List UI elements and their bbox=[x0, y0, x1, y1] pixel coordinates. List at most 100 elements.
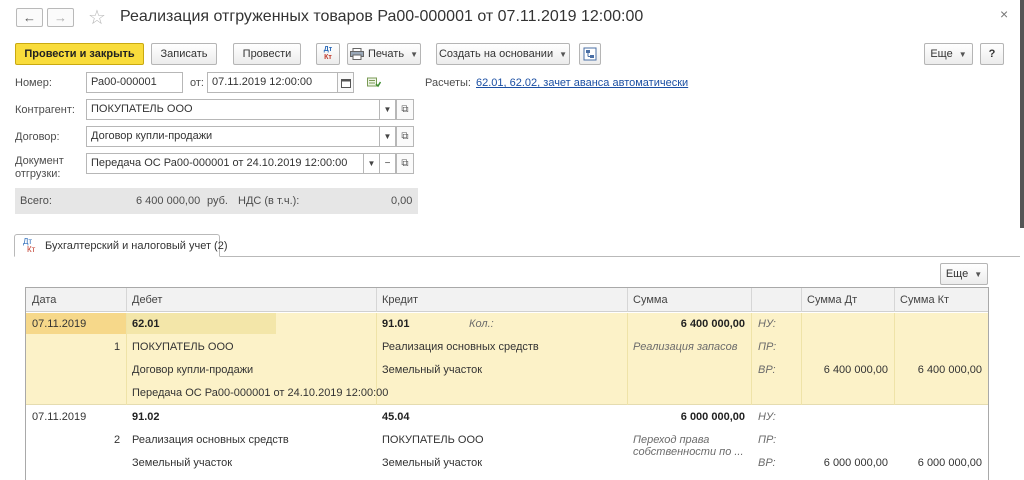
printer-icon bbox=[350, 48, 365, 60]
credit-subconto-1: ПОКУПАТЕЛЬ ООО bbox=[382, 434, 484, 446]
nu-label: НУ: bbox=[758, 411, 776, 423]
debit-subconto-3: Передача ОС Ра00-000001 от 24.10.2019 12… bbox=[132, 387, 389, 399]
number-label: Номер: bbox=[15, 77, 52, 89]
counterparty-label: Контрагент: bbox=[15, 104, 75, 116]
table-row[interactable]: 07.11.2019 1 62.01 ПОКУПАТЕЛЬ ООО Догово… bbox=[26, 313, 988, 405]
column-header-credit[interactable]: Кредит bbox=[382, 294, 418, 306]
counterparty-field[interactable]: ПОКУПАТЕЛЬ ООО bbox=[86, 99, 380, 120]
total-value: 6 400 000,00 bbox=[136, 195, 201, 207]
column-header-debit[interactable]: Дебет bbox=[132, 294, 162, 306]
shipment-clear-button[interactable]: − bbox=[380, 153, 396, 174]
clear-icon: − bbox=[384, 158, 391, 169]
print-button[interactable]: Печать ▼ bbox=[347, 43, 421, 65]
shipment-open-button[interactable]: ⧉ bbox=[396, 153, 414, 174]
save-button[interactable]: Записать bbox=[151, 43, 217, 65]
calendar-icon bbox=[340, 78, 351, 88]
favorite-star-icon[interactable]: ☆ bbox=[88, 5, 106, 30]
window-edge bbox=[1020, 0, 1024, 228]
create-based-on-label: Создать на основании bbox=[438, 48, 554, 60]
help-button[interactable]: ? bbox=[980, 43, 1004, 65]
currency-label: руб. bbox=[207, 195, 228, 207]
post-button[interactable]: Провести bbox=[233, 43, 301, 65]
chevron-down-icon: ▼ bbox=[974, 269, 983, 279]
close-icon[interactable]: × bbox=[1000, 6, 1008, 22]
shipment-document-field[interactable]: Передача ОС Ра00-000001 от 24.10.2019 12… bbox=[86, 153, 364, 174]
entry-comment: Реализация запасов bbox=[633, 341, 738, 353]
create-based-on-button[interactable]: Создать на основании ▼ bbox=[436, 43, 570, 65]
entry-date: 07.11.2019 bbox=[32, 318, 87, 330]
dt-kt-button[interactable]: Дт Кт bbox=[316, 43, 340, 65]
column-header-sum-kt[interactable]: Сумма Кт bbox=[900, 294, 949, 306]
more-label: Еще bbox=[930, 48, 953, 60]
shipment-label: Документ bbox=[15, 155, 64, 167]
chevron-down-icon: ▼ bbox=[410, 49, 418, 59]
entry-date: 07.11.2019 bbox=[32, 411, 87, 423]
entry-sum: 6 000 000,00 bbox=[680, 411, 745, 423]
column-header-date[interactable]: Дата bbox=[32, 294, 56, 306]
sum-kt-vr: 6 000 000,00 bbox=[917, 457, 982, 469]
credit-account: 91.01 bbox=[382, 318, 410, 330]
debit-subconto-1: ПОКУПАТЕЛЬ ООО bbox=[132, 341, 234, 353]
structure-icon bbox=[583, 47, 597, 61]
credit-subconto-1: Реализация основных средств bbox=[382, 341, 539, 353]
chevron-down-icon: ▼ bbox=[383, 105, 392, 114]
pr-label: ПР: bbox=[758, 434, 777, 446]
open-icon: ⧉ bbox=[401, 104, 409, 115]
post-and-close-button[interactable]: Провести и закрыть bbox=[15, 43, 144, 65]
entries-table: Дата Дебет Кредит Сумма Сумма Дт Сумма К… bbox=[25, 287, 989, 480]
dt-kt-icon: Дт bbox=[323, 46, 333, 53]
sum-kt-vr: 6 400 000,00 bbox=[917, 364, 982, 376]
vat-label: НДС (в т.ч.): bbox=[238, 195, 300, 207]
sum-dt-vr: 6 400 000,00 bbox=[823, 364, 888, 376]
open-icon: ⧉ bbox=[401, 131, 409, 142]
quantity-label: Кол.: bbox=[469, 318, 494, 330]
post-label: Провести bbox=[242, 48, 292, 60]
sum-dt-vr: 6 000 000,00 bbox=[823, 457, 888, 469]
arrow-right-icon: → bbox=[54, 10, 67, 25]
shipment-dropdown-button[interactable]: ▼ bbox=[364, 153, 380, 174]
arrow-left-icon: ← bbox=[23, 10, 36, 25]
calendar-button[interactable] bbox=[337, 72, 354, 93]
window-title: Реализация отгруженных товаров Ра00-0000… bbox=[120, 8, 644, 25]
totals-bar: Всего: 6 400 000,00 руб. НДС (в т.ч.): 0… bbox=[15, 188, 418, 214]
column-header-sum-dt[interactable]: Сумма Дт bbox=[807, 294, 857, 306]
credit-subconto-2: Земельный участок bbox=[382, 364, 483, 376]
post-and-close-label: Провести и закрыть bbox=[24, 48, 135, 60]
debit-account: 91.02 bbox=[132, 411, 160, 423]
chevron-down-icon: ▼ bbox=[383, 132, 392, 141]
debit-subconto-2: Договор купли-продажи bbox=[132, 364, 254, 376]
grid-more-button[interactable]: Еще ▼ bbox=[940, 263, 988, 285]
credit-account: 45.04 bbox=[382, 411, 410, 423]
chevron-down-icon: ▼ bbox=[367, 159, 376, 168]
forward-button[interactable]: → bbox=[47, 8, 74, 27]
counterparty-open-button[interactable]: ⧉ bbox=[396, 99, 414, 120]
vat-value: 0,00 bbox=[391, 195, 413, 207]
total-label: Всего: bbox=[20, 195, 52, 207]
contract-dropdown-button[interactable]: ▼ bbox=[380, 126, 396, 147]
structure-button[interactable] bbox=[579, 43, 601, 65]
contract-open-button[interactable]: ⧉ bbox=[396, 126, 414, 147]
counterparty-dropdown-button[interactable]: ▼ bbox=[380, 99, 396, 120]
table-row[interactable]: 07.11.2019 2 91.02 Реализация основных с… bbox=[26, 406, 988, 480]
entry-sum: 6 400 000,00 bbox=[680, 318, 745, 330]
vr-label: ВР: bbox=[758, 364, 776, 376]
open-icon: ⧉ bbox=[401, 158, 409, 169]
debit-subconto-1: Реализация основных средств bbox=[132, 434, 289, 446]
settlements-label: Расчеты: bbox=[425, 77, 471, 89]
number-field[interactable]: Ра00-000001 bbox=[86, 72, 183, 93]
save-label: Записать bbox=[160, 48, 208, 60]
nu-label: НУ: bbox=[758, 318, 776, 330]
more-button[interactable]: Еще ▼ bbox=[924, 43, 973, 65]
back-button[interactable]: ← bbox=[16, 8, 43, 27]
dt-kt-icon-bottom: Кт bbox=[324, 54, 332, 61]
entry-line-number: 1 bbox=[114, 341, 121, 353]
settlements-link[interactable]: 62.01, 62.02, зачет аванса автоматически bbox=[476, 77, 688, 89]
document-status-icon[interactable] bbox=[367, 76, 382, 91]
debit-subconto-2: Земельный участок bbox=[132, 457, 233, 469]
date-field[interactable]: 07.11.2019 12:00:00 bbox=[207, 72, 338, 93]
tab-accounting-tax[interactable]: Дт Кт Бухгалтерский и налоговый учет (2) bbox=[14, 234, 228, 257]
column-header-sum[interactable]: Сумма bbox=[633, 294, 668, 306]
debit-account: 62.01 bbox=[132, 318, 160, 330]
contract-field[interactable]: Договор купли-продажи bbox=[86, 126, 380, 147]
tab-label: Бухгалтерский и налоговый учет (2) bbox=[45, 240, 228, 252]
